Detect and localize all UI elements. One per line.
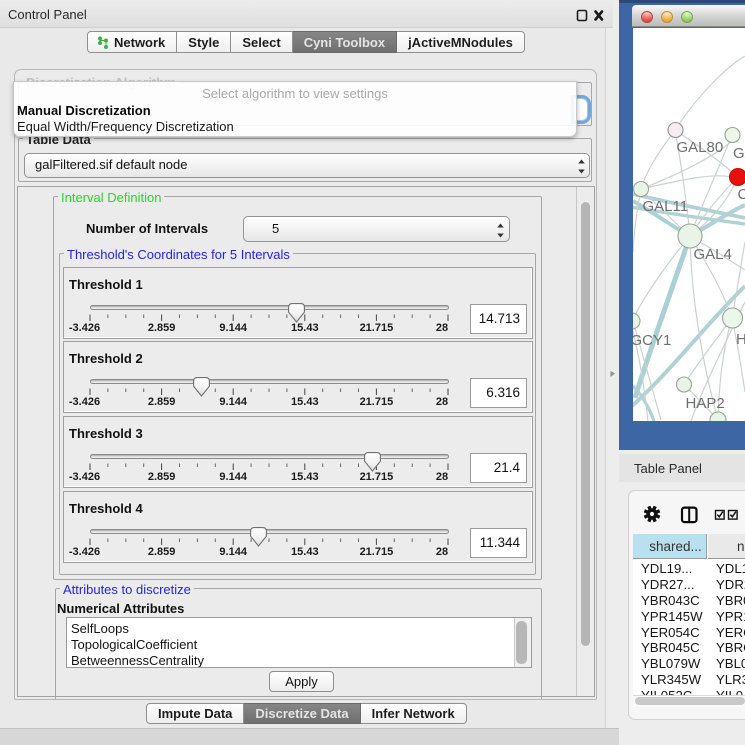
svg-text:HAP2: HAP2 bbox=[686, 395, 725, 412]
svg-text:GAL11: GAL11 bbox=[643, 198, 689, 215]
svg-text:H: H bbox=[736, 331, 745, 348]
svg-text:GA: GA bbox=[733, 145, 745, 162]
svg-text:GAL4: GAL4 bbox=[694, 246, 732, 263]
svg-text:C: C bbox=[738, 186, 745, 203]
svg-text:GCY1: GCY1 bbox=[633, 332, 671, 349]
svg-text:GAL80: GAL80 bbox=[677, 139, 724, 156]
